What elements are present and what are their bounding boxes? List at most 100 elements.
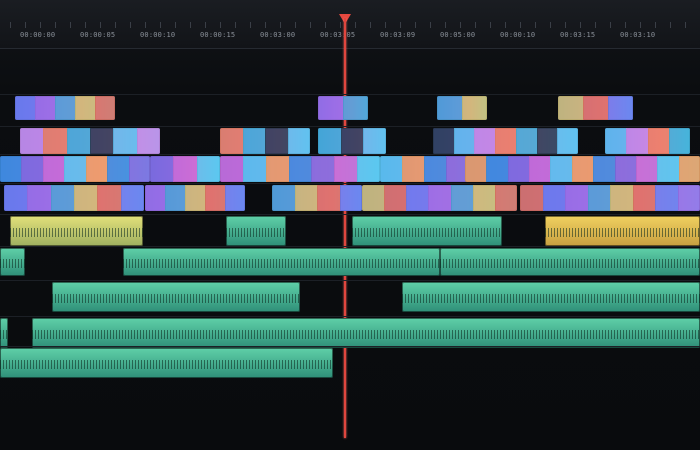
clip-thumbnail bbox=[334, 156, 359, 182]
video-clip[interactable] bbox=[20, 128, 160, 154]
clip-thumbnail bbox=[380, 156, 403, 182]
track-divider bbox=[0, 280, 700, 281]
audio-clip[interactable] bbox=[226, 216, 286, 246]
clip-thumbnail bbox=[520, 185, 544, 211]
ruler-timecode: 00:00:05 bbox=[80, 31, 116, 39]
audio-waveform bbox=[32, 330, 700, 339]
audio-clip[interactable] bbox=[10, 216, 143, 246]
clip-thumbnail bbox=[21, 156, 44, 182]
clip-thumbnail bbox=[4, 185, 29, 211]
audio-clip[interactable] bbox=[352, 216, 502, 246]
clip-thumbnail bbox=[66, 128, 91, 154]
ruler-timecode: 00:00:15 bbox=[200, 31, 236, 39]
video-clip[interactable] bbox=[433, 128, 578, 154]
clip-thumbnail bbox=[50, 185, 75, 211]
ruler-tick bbox=[535, 22, 536, 28]
clip-thumbnail bbox=[605, 128, 628, 154]
clip-thumbnail bbox=[550, 156, 573, 182]
video-clip[interactable] bbox=[220, 156, 380, 182]
video-clip[interactable] bbox=[0, 156, 150, 182]
video-clip[interactable] bbox=[318, 128, 386, 154]
ruler-timecode: 00:00:10 bbox=[500, 31, 536, 39]
clip-thumbnail bbox=[318, 96, 344, 120]
video-clip[interactable] bbox=[272, 185, 362, 211]
ruler-tick bbox=[100, 22, 101, 28]
video-clip[interactable] bbox=[362, 185, 517, 211]
video-clip[interactable] bbox=[318, 96, 368, 120]
clip-thumbnail bbox=[20, 128, 45, 154]
clip-thumbnail bbox=[450, 185, 474, 211]
audio-clip[interactable] bbox=[440, 248, 700, 276]
ruler-tick bbox=[580, 22, 581, 28]
ruler-tick bbox=[115, 22, 116, 28]
audio-clip[interactable] bbox=[52, 282, 300, 312]
clip-thumbnail bbox=[43, 128, 68, 154]
clip-thumbnail bbox=[474, 128, 497, 154]
track-divider bbox=[0, 214, 700, 215]
ruler-tick bbox=[445, 22, 446, 28]
ruler-tick bbox=[190, 22, 191, 28]
clip-thumbnail bbox=[632, 185, 656, 211]
clip-thumbnail bbox=[437, 96, 463, 120]
video-clip[interactable] bbox=[150, 156, 220, 182]
audio-clip[interactable] bbox=[402, 282, 700, 312]
video-clip[interactable] bbox=[15, 96, 115, 120]
ruler-tick bbox=[310, 22, 311, 28]
ruler-tick bbox=[625, 22, 626, 28]
ruler-tick bbox=[370, 22, 371, 28]
clip-thumbnail bbox=[424, 156, 447, 182]
clip-thumbnail bbox=[265, 128, 289, 154]
ruler-timecode: 00:00:10 bbox=[140, 31, 176, 39]
clip-thumbnail bbox=[384, 185, 408, 211]
video-clip[interactable] bbox=[437, 96, 487, 120]
clip-thumbnail bbox=[145, 185, 166, 211]
clip-thumbnail bbox=[75, 96, 96, 120]
audio-waveform bbox=[52, 294, 300, 303]
audio-waveform bbox=[226, 228, 286, 237]
audio-clip[interactable] bbox=[0, 348, 333, 378]
ruler-tick bbox=[220, 22, 221, 28]
clip-thumbnail bbox=[472, 185, 496, 211]
video-clip[interactable] bbox=[145, 185, 245, 211]
ruler-tick bbox=[505, 22, 506, 28]
clip-thumbnail bbox=[406, 185, 430, 211]
clip-thumbnail bbox=[536, 128, 559, 154]
audio-clip[interactable] bbox=[32, 318, 700, 348]
video-clip[interactable] bbox=[520, 185, 700, 211]
audio-clip[interactable] bbox=[0, 318, 8, 348]
clip-thumbnail bbox=[42, 156, 66, 182]
clip-thumbnail bbox=[453, 128, 476, 154]
clip-thumbnail bbox=[27, 185, 52, 211]
ruler-tick bbox=[520, 22, 521, 28]
time-ruler[interactable]: 00:00:00 00:00:05 00:00:10 00:00:15 00:03:00… bbox=[0, 0, 700, 49]
clip-thumbnail bbox=[85, 156, 109, 182]
audio-clip[interactable] bbox=[0, 248, 25, 276]
clip-thumbnail bbox=[626, 128, 649, 154]
clip-thumbnail bbox=[107, 156, 130, 182]
video-clip[interactable] bbox=[4, 185, 144, 211]
video-clip[interactable] bbox=[220, 128, 310, 154]
ruler-tick bbox=[460, 22, 461, 28]
clip-thumbnail bbox=[462, 96, 487, 120]
clip-thumbnail bbox=[128, 156, 150, 182]
ruler-tick bbox=[400, 22, 401, 28]
video-clip[interactable] bbox=[605, 128, 690, 154]
clip-thumbnail bbox=[294, 185, 318, 211]
ruler-tick bbox=[85, 22, 86, 28]
video-clip[interactable] bbox=[465, 156, 700, 182]
ruler-timecode: 00:05:00 bbox=[440, 31, 476, 39]
clip-thumbnail bbox=[242, 156, 267, 182]
audio-waveform bbox=[545, 228, 700, 237]
audio-clip[interactable] bbox=[545, 216, 700, 246]
audio-waveform bbox=[0, 259, 25, 268]
clip-thumbnail bbox=[317, 185, 341, 211]
ruler-tick bbox=[430, 22, 431, 28]
audio-waveform bbox=[440, 259, 700, 268]
clip-thumbnail bbox=[242, 128, 266, 154]
video-clip[interactable] bbox=[558, 96, 633, 120]
audio-waveform bbox=[123, 259, 440, 268]
audio-clip[interactable] bbox=[123, 248, 440, 276]
clip-thumbnail bbox=[35, 96, 56, 120]
video-editor-timeline: 00:00:00 00:00:05 00:00:10 00:00:15 00:03:00… bbox=[0, 0, 700, 450]
ruler-tick bbox=[610, 22, 611, 28]
